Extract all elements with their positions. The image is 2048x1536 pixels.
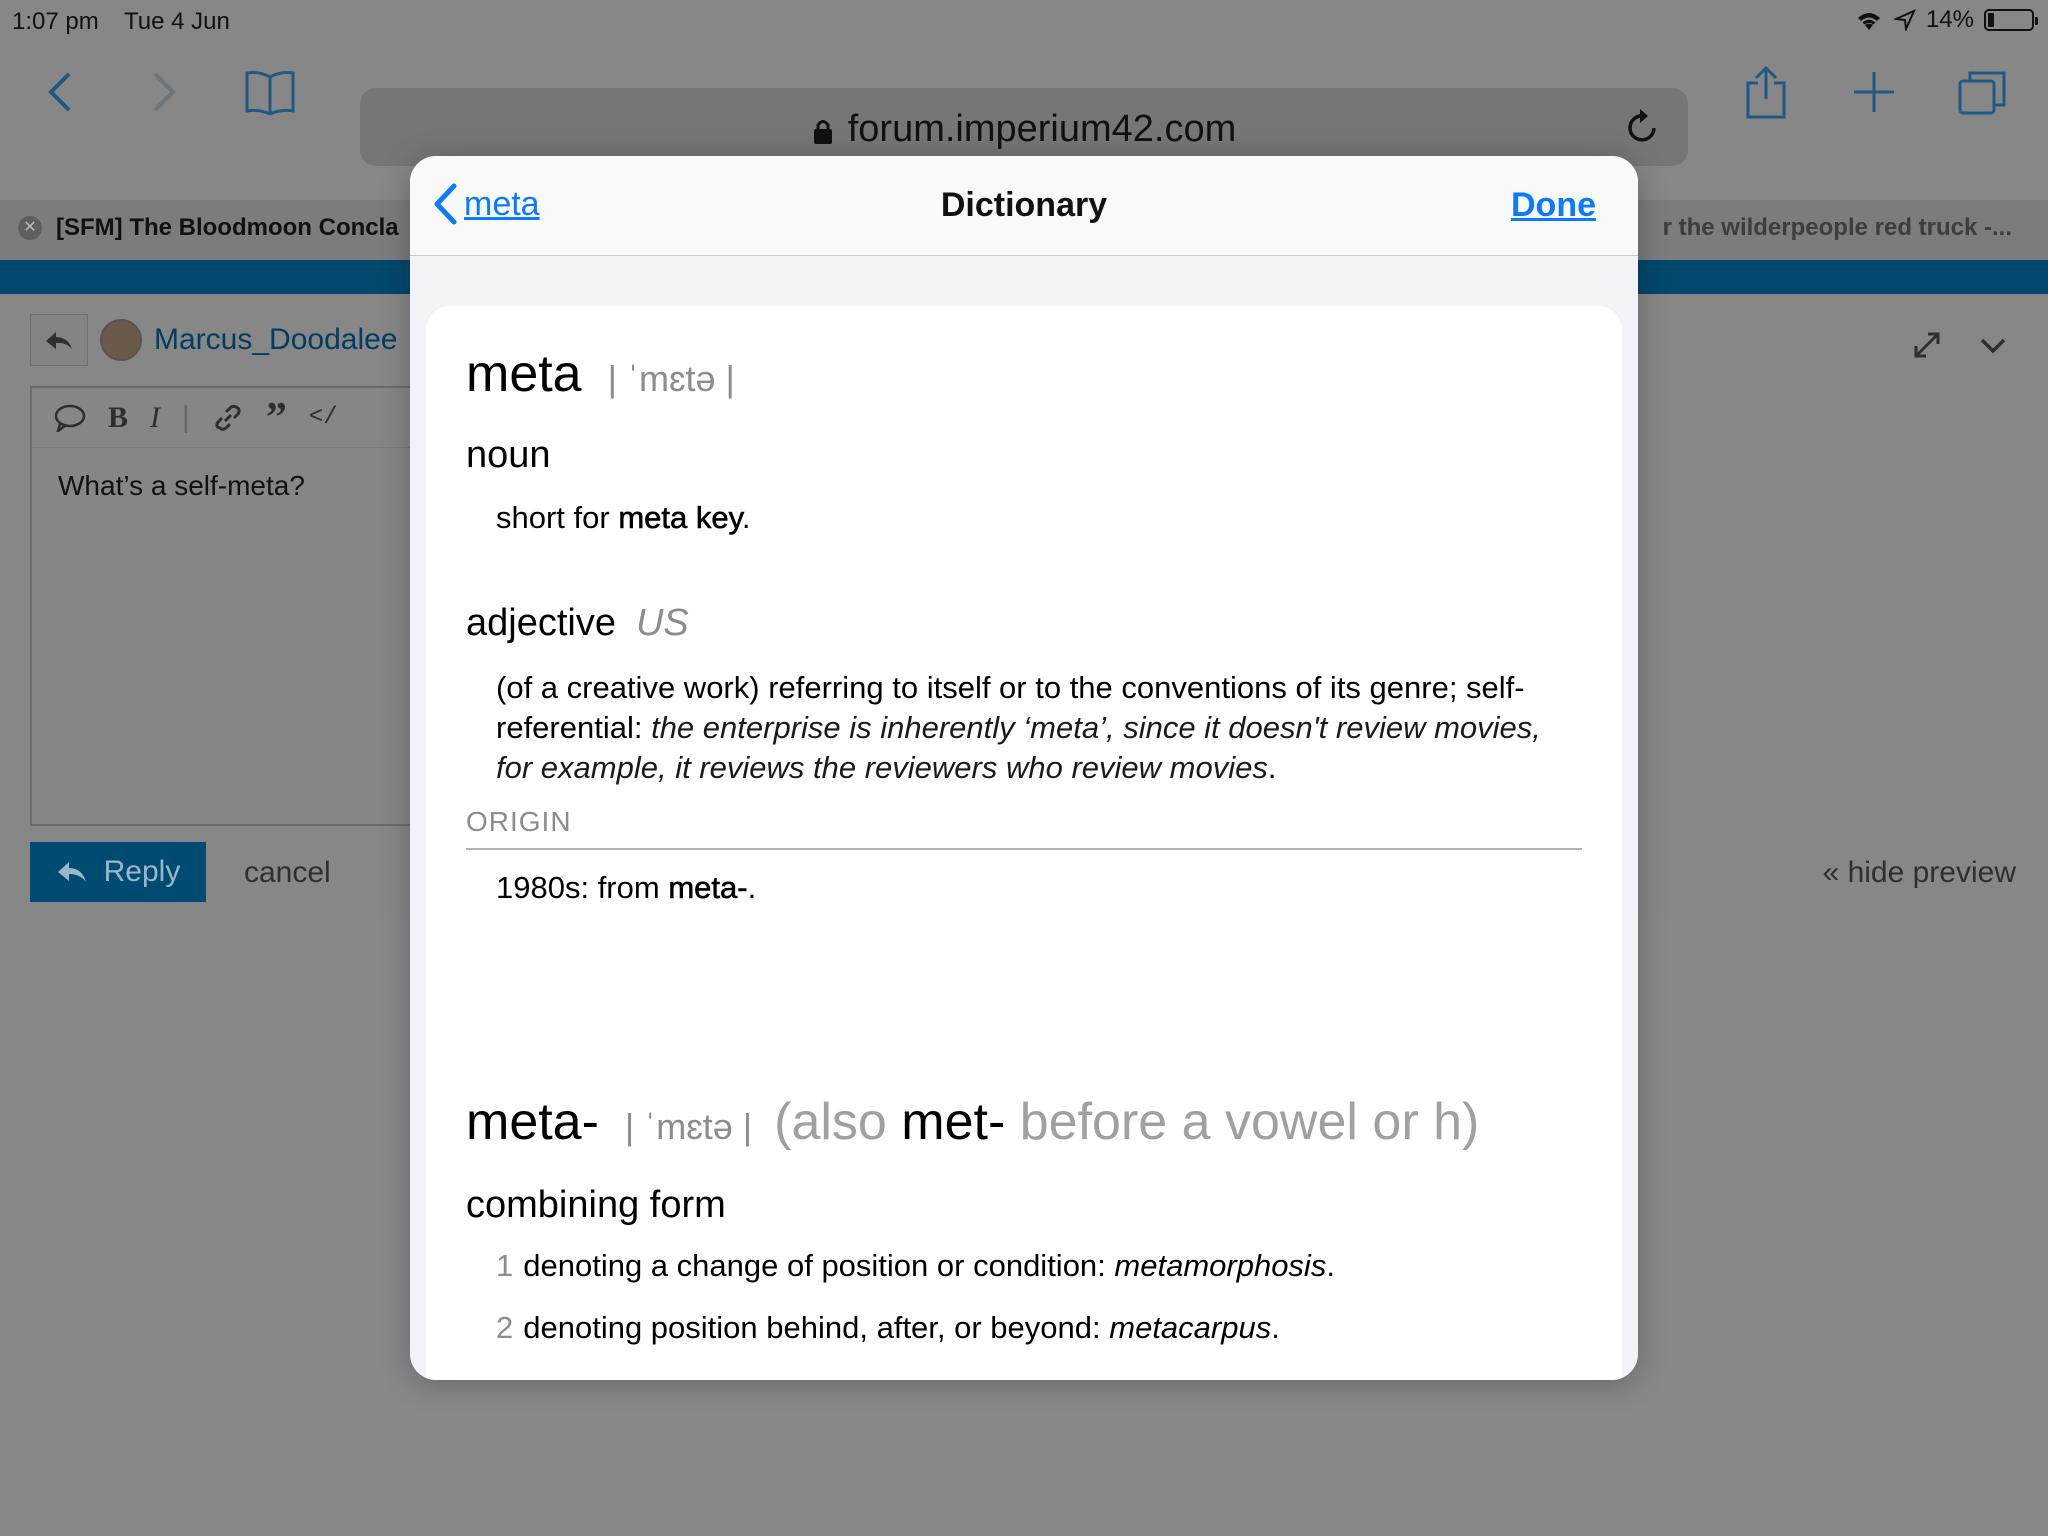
wifi-icon xyxy=(1857,13,1880,30)
editor-toolbar: B I | ” </ xyxy=(32,388,418,448)
origin-punctuation: . xyxy=(747,870,757,905)
tab-title: r the wilderpeople red truck -... xyxy=(1662,214,2012,241)
cross-reference-link[interactable]: meta key xyxy=(618,500,742,536)
part-of-speech-adjective: adjective US xyxy=(466,602,689,645)
status-bar: 1:07 pm Tue 4 Jun 14% xyxy=(0,0,2048,40)
code-icon[interactable]: </ xyxy=(309,404,338,431)
sense-text: denoting position behind, after, or beyo… xyxy=(523,1310,1110,1345)
variant-headword: met- xyxy=(901,1093,1006,1151)
new-tab-icon[interactable] xyxy=(1844,62,1904,122)
sense-example: metamorphosis xyxy=(1114,1248,1327,1283)
reply-header: Marcus_Doodalee xyxy=(30,314,397,366)
pronunciation: | ˈmɛtə | xyxy=(624,1106,753,1147)
reply-button[interactable]: Reply xyxy=(30,842,206,902)
sense-number: 1 xyxy=(496,1248,514,1283)
reply-button-label: Reply xyxy=(103,855,181,888)
tab-title: [SFM] The Bloodmoon Concla xyxy=(56,214,399,241)
variant-form: (also met- before a vowel or h) xyxy=(774,1093,1479,1151)
popover-header: meta Dictionary Done xyxy=(410,156,1638,256)
sense-punctuation: . xyxy=(741,500,751,535)
definition-card: meta | ˈmɛtə | noun short for meta key. a… xyxy=(426,306,1622,1380)
italic-icon[interactable]: I xyxy=(150,401,160,435)
back-arrow-icon[interactable] xyxy=(30,62,90,122)
origin-text: 1980s: from meta-. xyxy=(496,868,756,908)
toolbar-divider: | xyxy=(182,400,190,434)
part-of-speech-noun: noun xyxy=(466,434,551,476)
entry2-headword-row: meta- | ˈmɛtə | (also met- before a vowel … xyxy=(466,1092,1479,1152)
sense-text: denoting a change of position or conditi… xyxy=(523,1248,1115,1283)
forward-arrow-icon[interactable] xyxy=(134,62,194,122)
sense-example: the enterprise is inherently ‘meta’, sin… xyxy=(496,710,1541,785)
reload-icon[interactable] xyxy=(1624,106,1660,146)
tab-bloodmoon[interactable]: ✕ [SFM] The Bloodmoon Concla xyxy=(18,214,399,242)
pos-label: adjective xyxy=(466,602,616,644)
hide-preview-link[interactable]: « hide preview xyxy=(1823,856,2016,890)
status-indicators: 14% xyxy=(1854,6,2038,34)
sense-number: 2 xyxy=(496,1310,514,1345)
origin-label: ORIGIN xyxy=(466,806,572,837)
part-of-speech-combining-form: combining form xyxy=(466,1184,726,1226)
noun-sense: short for meta key. xyxy=(496,498,750,538)
headword: meta xyxy=(466,345,582,403)
numbered-sense: 2 denoting position behind, after, or bey… xyxy=(496,1310,1280,1346)
browser-toolbar: forum.imperium42.com xyxy=(0,40,2048,166)
battery-icon xyxy=(1984,9,2038,31)
chevron-down-icon[interactable] xyxy=(1978,330,2008,360)
reply-arrow-icon xyxy=(57,862,86,882)
username-link[interactable]: Marcus_Doodalee xyxy=(154,323,397,357)
speech-bubble-icon[interactable] xyxy=(54,404,86,432)
sense-punctuation: . xyxy=(1326,1248,1335,1283)
address-bar[interactable]: forum.imperium42.com xyxy=(360,88,1688,166)
quote-icon[interactable]: ” xyxy=(266,397,287,439)
variant-note: before a vowel or h) xyxy=(1005,1093,1480,1151)
tab-wilderpeople[interactable]: r the wilderpeople red truck -... xyxy=(1663,214,2012,242)
bookmarks-icon[interactable] xyxy=(240,62,300,122)
pronunciation: | ˈmɛtə | xyxy=(607,358,735,399)
entry-headword-row: meta | ˈmɛtə | xyxy=(466,344,735,404)
reply-arrow-icon[interactable] xyxy=(30,314,88,366)
status-date: Tue 4 Jun xyxy=(124,8,230,35)
origin-divider xyxy=(466,848,1582,850)
location-arrow-icon xyxy=(1893,9,1916,31)
tab-close-icon[interactable]: ✕ xyxy=(18,216,42,240)
headword: meta- xyxy=(466,1093,599,1151)
battery-percent: 14% xyxy=(1925,6,1974,33)
editor-content[interactable]: What’s a self-meta? xyxy=(32,448,418,524)
lock-icon xyxy=(813,120,832,144)
reply-editor[interactable]: B I | ” </ What’s a self-meta? xyxy=(30,386,420,826)
done-button[interactable]: Done xyxy=(1511,186,1596,225)
tabs-overview-icon[interactable] xyxy=(1952,62,2012,122)
avatar[interactable] xyxy=(100,319,142,361)
url-text: forum.imperium42.com xyxy=(847,108,1237,150)
share-icon[interactable] xyxy=(1736,62,1796,122)
adjective-sense: (of a creative work) referring to itself… xyxy=(496,668,1556,788)
bold-icon[interactable]: B xyxy=(108,401,128,435)
sense-punctuation: . xyxy=(1271,1310,1280,1345)
region-label: US xyxy=(635,602,689,644)
dictionary-popover: meta Dictionary Done meta | ˈmɛtə | noun … xyxy=(410,156,1638,1380)
sense-text: short for xyxy=(496,500,619,535)
variant-open: (also xyxy=(774,1093,902,1151)
link-icon[interactable] xyxy=(212,402,244,434)
expand-icon[interactable] xyxy=(1912,330,1942,360)
origin-cross-reference-link[interactable]: meta- xyxy=(668,870,748,906)
sense-example: metacarpus xyxy=(1109,1310,1272,1345)
numbered-sense: 1 denoting a change of position or condit… xyxy=(496,1248,1335,1284)
cancel-link[interactable]: cancel xyxy=(244,856,331,890)
origin-prefix: 1980s: from xyxy=(496,870,669,905)
status-time: 1:07 pm xyxy=(12,8,99,35)
popover-title: Dictionary xyxy=(940,186,1108,224)
panel-controls xyxy=(1912,330,2008,360)
sense-punctuation: . xyxy=(1267,750,1277,785)
